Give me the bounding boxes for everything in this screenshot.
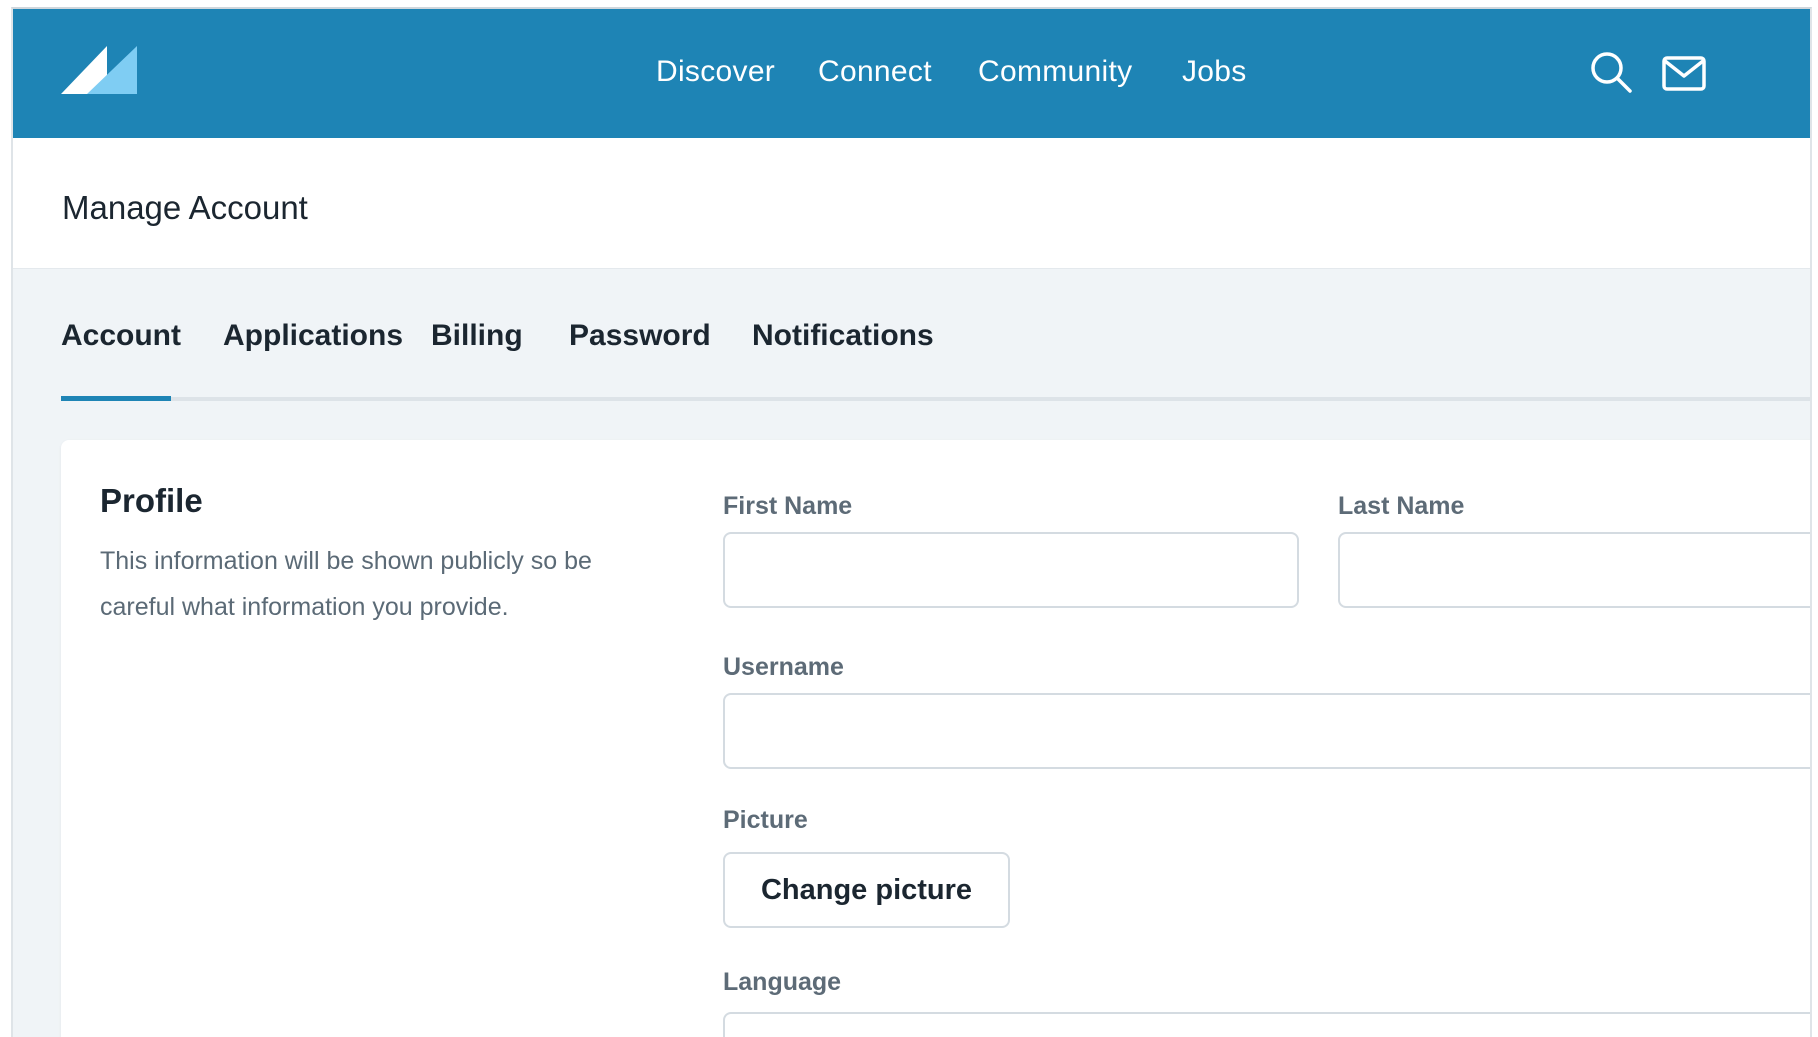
profile-card: Profile This information will be shown p… xyxy=(61,440,1810,1037)
tab-applications[interactable]: Applications xyxy=(223,319,403,353)
username-label: Username xyxy=(723,653,844,681)
language-select[interactable] xyxy=(723,1012,1810,1037)
nav-link-jobs[interactable]: Jobs xyxy=(1182,55,1247,89)
picture-label: Picture xyxy=(723,806,808,834)
tab-notifications[interactable]: Notifications xyxy=(752,319,934,353)
username-input[interactable] xyxy=(723,693,1810,769)
nav-link-connect[interactable]: Connect xyxy=(818,55,932,89)
page-title: Manage Account xyxy=(62,189,308,226)
top-navigation-bar: Discover Connect Community Jobs xyxy=(13,9,1810,138)
nav-link-community[interactable]: Community xyxy=(978,55,1132,89)
tab-password[interactable]: Password xyxy=(569,319,711,353)
tabs-divider xyxy=(61,397,1810,401)
nav-link-discover[interactable]: Discover xyxy=(656,55,775,89)
last-name-label: Last Name xyxy=(1338,492,1465,520)
mail-icon[interactable] xyxy=(1661,51,1707,97)
app-window: Discover Connect Community Jobs Manage A… xyxy=(11,7,1812,1037)
first-name-input[interactable] xyxy=(723,532,1299,608)
section-title: Profile xyxy=(100,482,203,519)
account-tabs: Account Applications Billing Password No… xyxy=(13,269,1810,409)
tab-account[interactable]: Account xyxy=(61,319,181,353)
main-nav: Discover Connect Community Jobs xyxy=(13,9,1810,138)
first-name-label: First Name xyxy=(723,492,853,520)
change-picture-button[interactable]: Change picture xyxy=(723,852,1010,928)
language-label: Language xyxy=(723,968,842,996)
active-tab-indicator xyxy=(61,396,171,401)
section-description: This information will be shown publicly … xyxy=(100,547,592,621)
page-header: Manage Account xyxy=(13,138,1810,269)
last-name-input[interactable] xyxy=(1338,532,1810,608)
search-icon[interactable] xyxy=(1588,49,1634,95)
tab-billing[interactable]: Billing xyxy=(431,319,523,353)
